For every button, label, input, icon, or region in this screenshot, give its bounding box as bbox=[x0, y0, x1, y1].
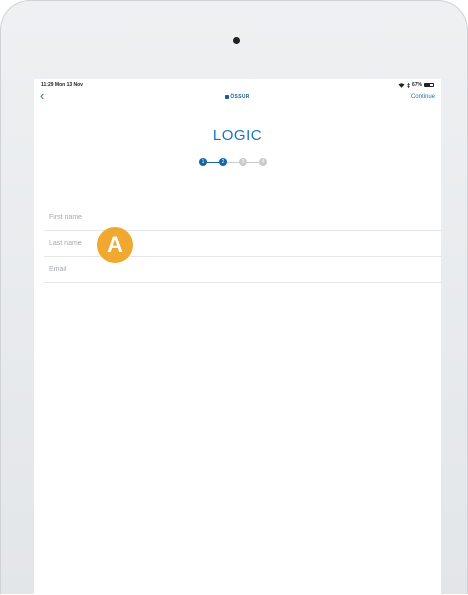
step-connector bbox=[227, 161, 239, 163]
continue-button[interactable]: Continue bbox=[411, 94, 435, 100]
step-3: 3 bbox=[239, 158, 247, 166]
battery-level bbox=[425, 84, 431, 86]
step-connector bbox=[207, 161, 219, 163]
brand-logo: ÖSSUR bbox=[34, 94, 441, 100]
first-name-field[interactable] bbox=[49, 211, 429, 223]
step-1: 1 bbox=[199, 158, 207, 166]
step-2: 2 bbox=[219, 158, 227, 166]
email-field[interactable] bbox=[49, 263, 429, 275]
step-4: 4 bbox=[259, 158, 267, 166]
navigation-bar: ‹ ÖSSUR Continue bbox=[34, 87, 441, 107]
progress-stepper: 1 2 3 4 bbox=[199, 158, 277, 166]
email-row bbox=[44, 257, 441, 283]
ossur-mark-icon bbox=[225, 94, 230, 99]
ipad-frame: 11:29 Mon 13 Nov 67% ‹ ÖSSUR Continue LO… bbox=[0, 0, 468, 595]
first-name-row bbox=[44, 205, 441, 231]
annotation-badge: A bbox=[97, 227, 133, 263]
step-connector bbox=[247, 161, 259, 163]
camera-icon bbox=[233, 37, 240, 44]
page-title: LOGIC bbox=[212, 127, 263, 144]
brand-name: ÖSSUR bbox=[230, 94, 250, 100]
app-screen: 11:29 Mon 13 Nov 67% ‹ ÖSSUR Continue LO… bbox=[34, 79, 441, 595]
